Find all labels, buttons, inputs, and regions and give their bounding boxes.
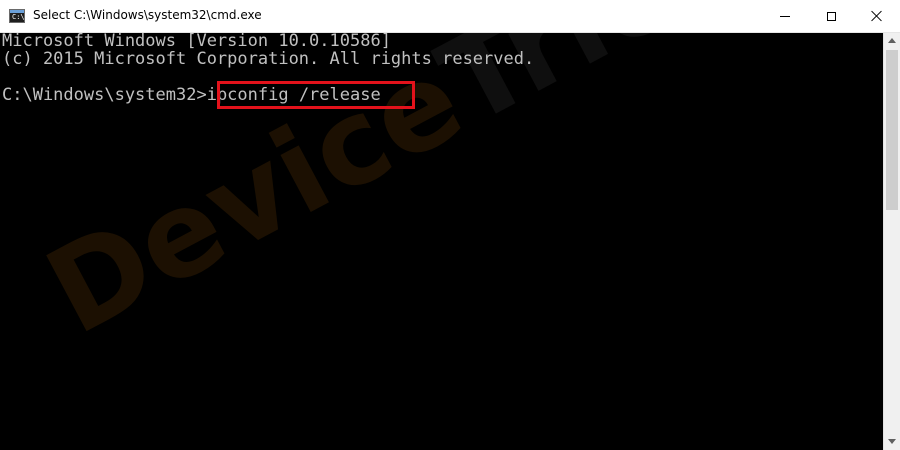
cmd-icon[interactable]: C:\ [9, 9, 25, 23]
close-icon [871, 10, 883, 22]
command-highlight-box [217, 81, 415, 109]
title-bar[interactable]: C:\ Select C:\Windows\system32\cmd.exe [0, 0, 900, 33]
console-line-copyright: (c) 2015 Microsoft Corporation. All righ… [2, 49, 535, 69]
cmd-icon-text: C:\ [12, 13, 25, 21]
close-button[interactable] [854, 0, 900, 32]
maximize-icon [826, 11, 836, 21]
vertical-scrollbar[interactable] [883, 33, 900, 450]
minimize-icon [780, 15, 790, 17]
prompt-path: C:\Windows\system32> [2, 85, 207, 105]
watermark: DeviceTricks [25, 33, 823, 361]
minimize-button[interactable] [762, 0, 808, 32]
console-output[interactable]: DeviceTricks Microsoft Windows [Version … [0, 33, 883, 450]
maximize-button[interactable] [808, 0, 854, 32]
window-title: Select C:\Windows\system32\cmd.exe [33, 8, 262, 22]
cmd-window: C:\ Select C:\Windows\system32\cmd.exe D… [0, 0, 900, 450]
scroll-up-arrow-icon[interactable] [888, 38, 896, 43]
scroll-thumb[interactable] [886, 50, 898, 210]
scroll-down-arrow-icon[interactable] [888, 439, 896, 444]
